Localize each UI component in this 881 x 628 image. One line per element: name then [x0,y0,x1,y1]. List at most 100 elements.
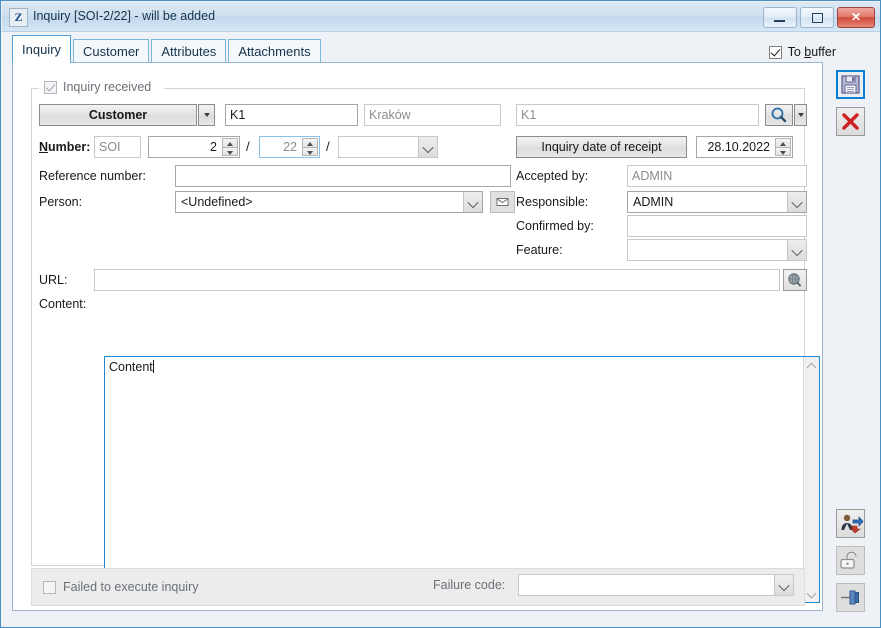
content-label: Content: [39,297,87,311]
confirmed-by-field[interactable] [627,215,807,237]
tab-attachments[interactable]: Attachments [228,39,321,63]
customer-type-button[interactable]: Customer [39,104,197,126]
text-caret [152,360,154,373]
chevron-down-icon [798,113,804,117]
floppy-disk-save-icon [841,75,860,94]
inquiry-form-panel: Inquiry received Customer K1 Kraków K1 N… [12,62,823,611]
pin-icon [841,590,859,605]
chevron-down-icon[interactable] [418,137,437,157]
content-text: Content [109,360,154,374]
customer-city-field[interactable]: Kraków [364,104,501,126]
tab-inquiry[interactable]: Inquiry [12,35,72,63]
spin-down-icon[interactable] [775,147,791,156]
inquiry-date-of-receipt-button[interactable]: Inquiry date of receipt [516,136,687,158]
person-label: Person: [39,195,83,209]
inquiry-date-spin-buttons[interactable] [775,138,791,156]
title-bar: Z Inquiry [SOI-2/22] - will be added ✕ [2,2,880,32]
responsible-value: ADMIN [633,195,674,209]
maximize-icon [812,13,823,23]
customer-code-field[interactable]: K1 [225,104,358,126]
minimize-button[interactable] [763,7,797,28]
group-border-left [31,88,39,89]
failed-to-execute-checkbox[interactable]: Failed to execute inquiry [43,576,199,598]
spin-up-icon[interactable] [222,138,238,148]
spin-up-icon[interactable] [302,138,318,148]
failed-to-execute-label: Failed to execute inquiry [63,580,199,594]
failure-code-label: Failure code: [433,578,506,592]
app-icon: Z [9,8,28,27]
number-year-spinner[interactable]: 22 [259,136,320,158]
number-suffix-combo[interactable] [338,136,438,158]
number-label: Number: [39,140,91,154]
to-buffer-label: To buffer [787,45,836,59]
url-browse-button[interactable] [783,269,807,291]
number-prefix-field[interactable]: SOI [94,136,141,158]
inquiry-received-legend[interactable]: Inquiry received [41,80,155,94]
tab-attributes[interactable]: Attributes [151,39,227,63]
responsible-label: Responsible: [516,195,589,209]
to-buffer-check-icon [768,45,782,59]
close-icon: ✕ [850,10,862,24]
chevron-down-icon[interactable] [787,240,806,260]
envelope-icon [496,198,509,206]
chevron-down-icon[interactable] [787,192,806,212]
tab-strip: Inquiry Customer Attributes Attachments [12,35,321,63]
chevron-down-icon[interactable] [463,192,482,212]
window-controls: ✕ [763,7,875,28]
reference-number-field[interactable] [175,165,511,187]
number-serial-spin-buttons[interactable] [222,138,238,156]
close-button[interactable]: ✕ [837,7,875,28]
spin-up-icon[interactable] [775,138,791,148]
scroll-down-icon[interactable] [804,586,820,602]
number-year-value: 22 [283,140,297,154]
feature-combo[interactable] [627,239,807,261]
customer-search-dropdown-button[interactable] [794,104,807,126]
spin-down-icon[interactable] [222,147,238,156]
number-serial-spinner[interactable]: 2 [148,136,240,158]
save-button[interactable] [836,70,865,99]
group-border-right [164,88,805,89]
number-separator-2: / [326,139,330,154]
status-strip [2,621,880,626]
content-textarea[interactable]: Content [104,356,820,603]
user-assign-icon [841,514,864,534]
inquiry-received-check-icon [44,80,57,94]
minimize-icon [774,20,785,22]
inquiry-received-label: Inquiry received [63,80,152,94]
window-title: Inquiry [SOI-2/22] - will be added [33,9,216,23]
scroll-up-icon[interactable] [804,357,820,373]
accepted-by-label: Accepted by: [516,169,589,183]
customer-name-field[interactable]: K1 [516,104,759,126]
spin-down-icon[interactable] [302,147,318,156]
assign-person-button[interactable] [836,509,865,538]
chevron-down-icon[interactable] [774,575,793,595]
content-scrollbar[interactable] [803,357,819,602]
number-serial-value: 2 [210,140,217,154]
chevron-down-icon [204,113,210,117]
maximize-button[interactable] [800,7,834,28]
inquiry-date-value: 28.10.2022 [707,140,770,154]
failed-to-execute-check-icon [43,580,56,594]
globe-icon [788,273,801,287]
url-label: URL: [39,273,68,287]
responsible-combo[interactable]: ADMIN [627,191,807,213]
number-separator-1: / [246,139,250,154]
to-buffer-checkbox[interactable]: To buffer [768,45,836,59]
inquiry-window: Z Inquiry [SOI-2/22] - will be added ✕ I… [0,0,881,628]
customer-type-dropdown-button[interactable] [198,104,215,126]
accepted-by-field[interactable]: ADMIN [627,165,807,187]
confirmed-by-label: Confirmed by: [516,219,594,233]
number-year-spin-buttons[interactable] [302,138,318,156]
person-email-button[interactable] [490,191,515,213]
failure-code-combo[interactable] [518,574,794,596]
customer-search-button[interactable] [765,104,793,126]
cancel-button[interactable] [836,107,865,136]
pin-button[interactable] [836,583,865,612]
tab-customer[interactable]: Customer [73,39,150,63]
reference-number-label: Reference number: [39,169,147,183]
inquiry-date-field[interactable]: 28.10.2022 [696,136,793,158]
open-padlock-icon [840,550,858,569]
url-field[interactable] [94,269,780,291]
person-combo[interactable]: <Undefined> [175,191,483,213]
unlock-button[interactable] [836,546,865,575]
